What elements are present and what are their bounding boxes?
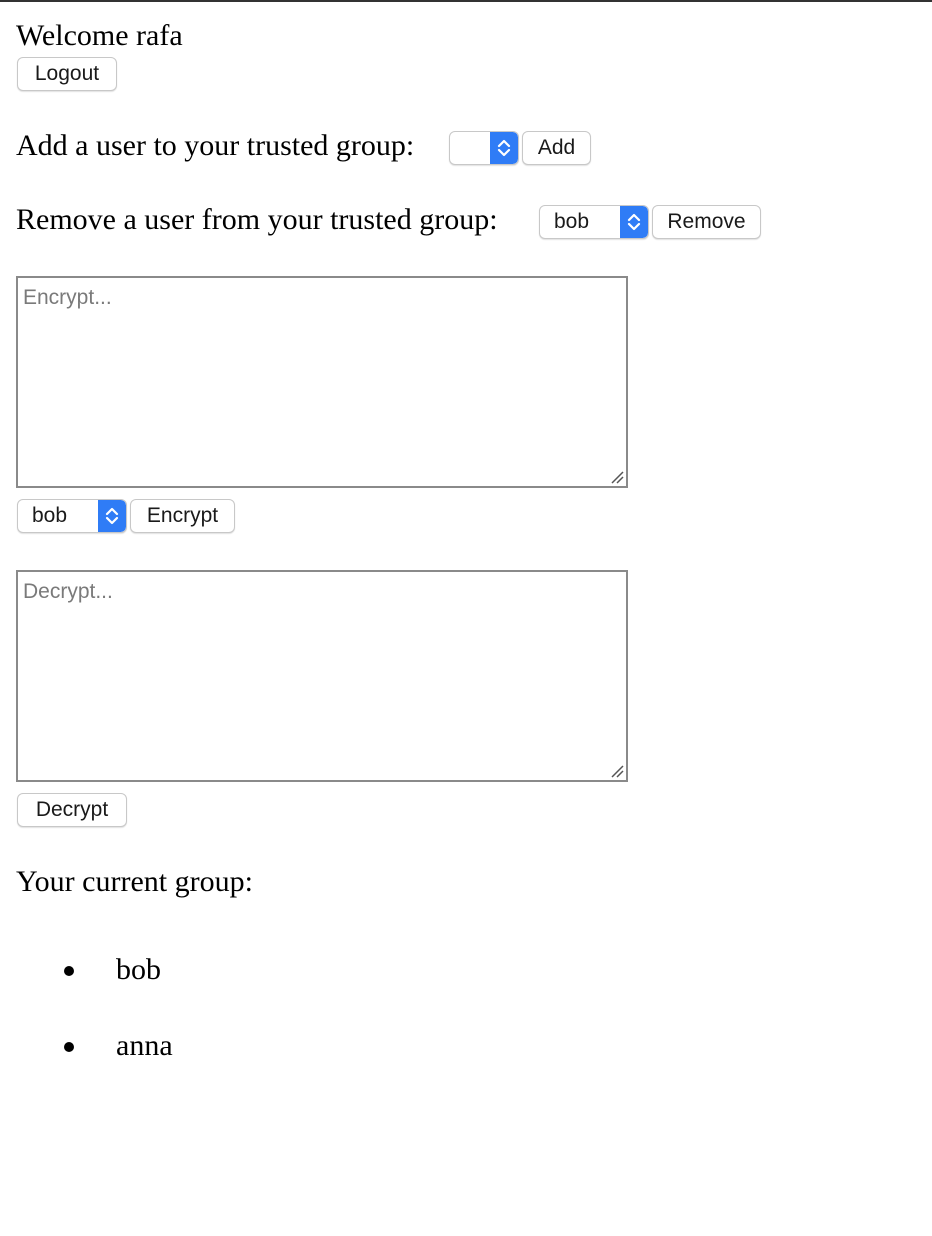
encrypt-textarea-box	[16, 276, 628, 488]
encrypt-recipient-value: bob	[32, 504, 68, 527]
resize-grip-icon[interactable]	[608, 468, 624, 484]
chevron-up-down-icon	[497, 139, 511, 157]
add-user-button[interactable]: Add	[522, 131, 591, 165]
group-member-name: bob	[116, 953, 161, 986]
select-chevron-icon	[620, 206, 648, 238]
add-user-select[interactable]	[449, 131, 519, 165]
logout-button[interactable]: Logout	[17, 57, 117, 91]
remove-user-select-value: bob	[554, 210, 590, 233]
select-chevron-icon	[98, 500, 126, 532]
chevron-up-down-icon	[105, 507, 119, 525]
encrypt-recipient-select[interactable]: bob	[17, 499, 127, 533]
bullet-icon	[64, 966, 74, 976]
decrypt-textarea-box	[16, 570, 628, 782]
encrypt-button[interactable]: Encrypt	[130, 499, 235, 533]
remove-user-label: Remove a user from your trusted group:	[16, 203, 498, 236]
select-chevron-icon	[490, 132, 518, 164]
resize-grip-icon[interactable]	[608, 762, 624, 778]
encrypt-textarea[interactable]	[18, 278, 626, 486]
welcome-text: Welcome rafa	[16, 19, 183, 52]
chevron-up-down-icon	[627, 213, 641, 231]
group-heading: Your current group:	[16, 865, 253, 898]
top-divider	[0, 0, 932, 2]
decrypt-textarea[interactable]	[18, 572, 626, 780]
group-member-name: anna	[116, 1029, 173, 1062]
decrypt-button[interactable]: Decrypt	[17, 793, 127, 827]
add-user-label: Add a user to your trusted group:	[16, 129, 415, 162]
remove-user-select[interactable]: bob	[539, 205, 649, 239]
bullet-icon	[64, 1042, 74, 1052]
remove-user-button[interactable]: Remove	[652, 205, 761, 239]
